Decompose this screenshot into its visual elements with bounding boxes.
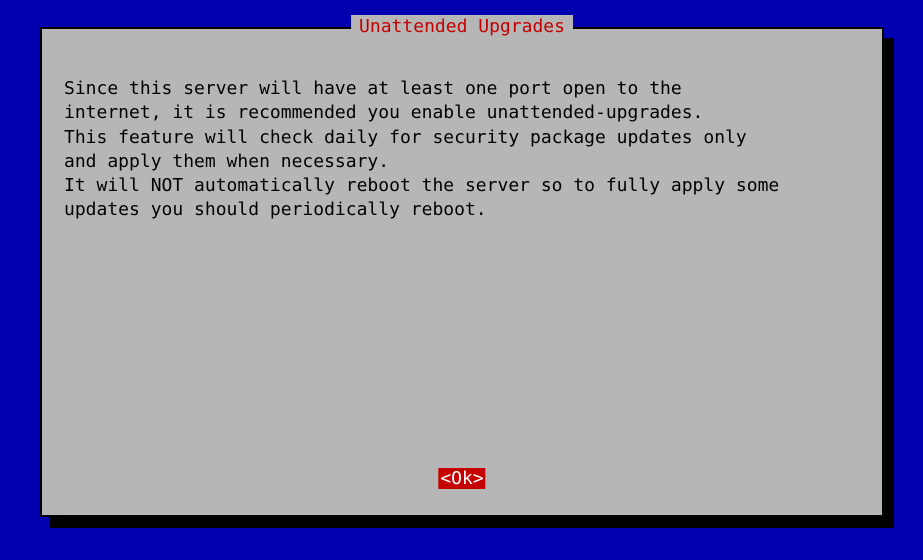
dialog-box: Unattended Upgrades Since this server wi… xyxy=(40,27,884,517)
dialog-body-text: Since this server will have at least one… xyxy=(64,77,864,223)
ok-button[interactable]: <Ok> xyxy=(438,468,485,489)
dialog-title: Unattended Upgrades xyxy=(351,15,573,39)
